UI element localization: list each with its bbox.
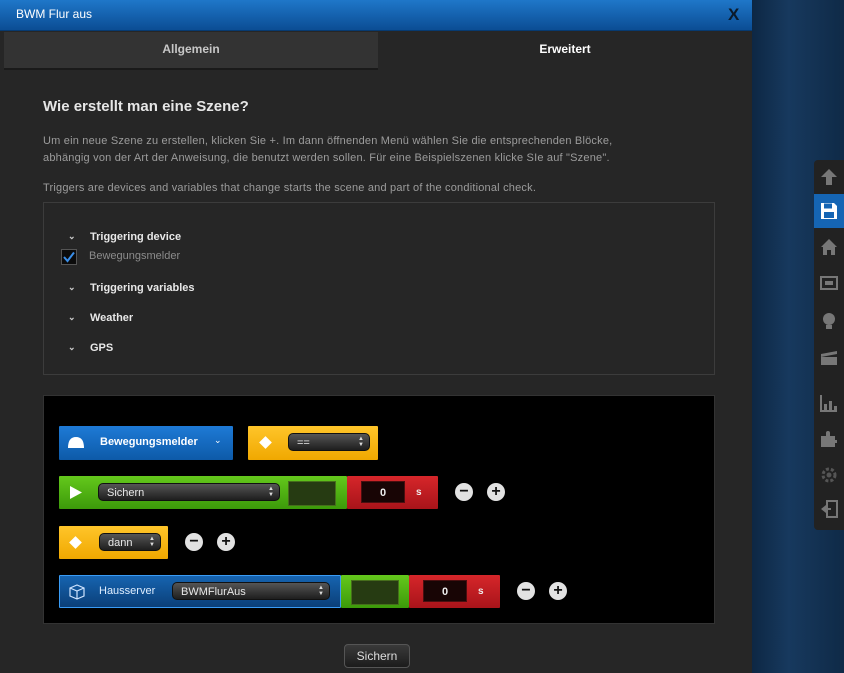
server-action-select[interactable]: BWMFlurAus ▲ ▼ [172, 582, 330, 600]
bewegungsmelder-checkbox-label: Bewegungsmelder [89, 250, 181, 262]
help-heading: Wie erstellt man eine Szene? [43, 98, 249, 115]
tab-erweitert[interactable]: Erweitert [378, 32, 752, 68]
help-text-line2: abhängig von der Art der Anweisung, die … [43, 152, 610, 164]
play-icon [70, 486, 82, 499]
trigger-device-label: Bewegungsmelder [100, 436, 198, 448]
action-value-field[interactable] [288, 481, 336, 506]
action-block: Sichern ▲ ▼ [59, 476, 347, 509]
condition-diamond-icon [259, 436, 272, 449]
server-value-field[interactable] [351, 580, 399, 605]
delay-block: 0 s [347, 476, 438, 509]
updown-arrows-icon: ▲ ▼ [358, 436, 364, 448]
server-delay-input[interactable]: 0 [423, 580, 467, 602]
scene-editor: Bewegungsmelder ⌄ == ▲ ▼ Sichern ▲ ▼ 0 s −… [43, 395, 715, 624]
chevron-down-icon: ⌄ [68, 231, 76, 241]
weather-label: Weather [90, 312, 134, 324]
chevron-down-icon: ⌄ [68, 342, 76, 352]
puzzle-icon[interactable] [814, 422, 844, 456]
triggering-variables-label: Triggering variables [90, 282, 195, 294]
operator-select[interactable]: == ▲ ▼ [288, 433, 370, 451]
then-select-value: dann [108, 537, 133, 549]
server-delay-unit: s [478, 586, 484, 597]
save-button[interactable]: Sichern [344, 644, 410, 668]
gps-label: GPS [90, 342, 114, 354]
triggering-device-toggle[interactable]: ⌄ Triggering device [68, 231, 181, 243]
triggering-device-label: Triggering device [90, 231, 182, 243]
add-button[interactable]: + [487, 483, 505, 501]
remove-button[interactable]: − [185, 533, 203, 551]
arrow-up-icon[interactable] [814, 160, 844, 194]
devices-icon[interactable] [814, 266, 844, 300]
chart-icon[interactable] [814, 386, 844, 420]
server-action-block: Hausserver BWMFlurAus ▲ ▼ [59, 575, 341, 608]
operator-value: == [297, 437, 310, 449]
settings-icon[interactable] [814, 458, 844, 492]
help-text-line1: Um ein neue Szene zu erstellen, klicken … [43, 135, 613, 147]
chevron-down-icon: ⌄ [68, 312, 76, 322]
save-icon[interactable] [814, 194, 844, 228]
remove-button[interactable]: − [455, 483, 473, 501]
updown-arrows-icon: ▲ ▼ [149, 536, 155, 548]
scene-dialog: BWM Flur aus X Allgemein Erweitert Wie e… [0, 0, 752, 673]
tab-bar: Allgemein Erweitert [4, 32, 752, 70]
server-value-block [341, 575, 409, 608]
delay-input[interactable]: 0 [361, 481, 405, 503]
condition-diamond-icon [69, 536, 82, 549]
action-select[interactable]: Sichern ▲ ▼ [98, 483, 280, 501]
gps-toggle[interactable]: ⌄ GPS [68, 342, 113, 354]
weather-toggle[interactable]: ⌄ Weather [68, 312, 133, 324]
action-select-value: Sichern [107, 487, 145, 499]
add-button[interactable]: + [549, 582, 567, 600]
close-button[interactable]: X [728, 5, 739, 25]
dialog-title: BWM Flur aus [16, 7, 93, 21]
server-delay-block: 0 s [409, 575, 500, 608]
updown-arrows-icon: ▲ ▼ [318, 585, 324, 597]
dialog-titlebar: BWM Flur aus X [0, 0, 752, 31]
then-block: dann ▲ ▼ [59, 526, 168, 559]
remove-button[interactable]: − [517, 582, 535, 600]
server-action-select-value: BWMFlurAus [181, 586, 246, 598]
triggers-help-text: Triggers are devices and variables that … [43, 182, 537, 194]
add-button[interactable]: + [217, 533, 235, 551]
server-icon [69, 584, 85, 600]
side-toolbar [814, 160, 844, 530]
triggering-variables-toggle[interactable]: ⌄ Triggering variables [68, 282, 195, 294]
server-label: Hausserver [99, 585, 156, 597]
tab-allgemein[interactable]: Allgemein [4, 32, 378, 70]
bewegungsmelder-checkbox[interactable] [61, 249, 77, 265]
checkmark-icon [63, 251, 75, 263]
updown-arrows-icon: ▲ ▼ [268, 486, 274, 498]
delay-unit: s [416, 487, 422, 498]
bulb-icon[interactable] [814, 304, 844, 338]
home-icon[interactable] [814, 230, 844, 264]
trigger-device-block[interactable]: Bewegungsmelder ⌄ [59, 426, 233, 460]
triggers-panel: ⌄ Triggering device Bewegungsmelder ⌄ Trig… [43, 202, 715, 375]
then-select[interactable]: dann ▲ ▼ [99, 533, 161, 551]
chevron-down-icon: ⌄ [68, 282, 76, 292]
scene-clapper-icon[interactable] [814, 340, 844, 374]
condition-operator-block: == ▲ ▼ [248, 426, 378, 460]
logout-icon[interactable] [814, 492, 844, 526]
chevron-down-icon: ⌄ [214, 435, 222, 445]
motion-sensor-icon [68, 437, 84, 448]
